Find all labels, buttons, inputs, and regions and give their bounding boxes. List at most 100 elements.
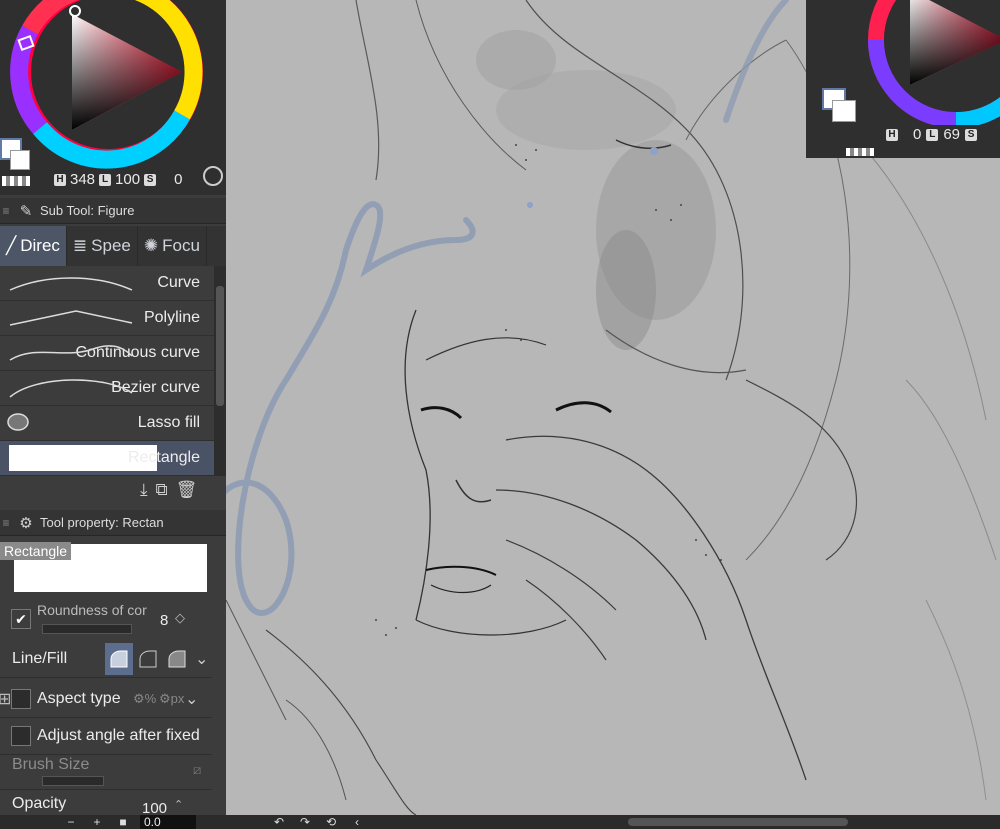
tab-focus-lines[interactable]: ✺ Focu bbox=[138, 226, 207, 266]
color-settings-icon[interactable] bbox=[203, 166, 223, 186]
linefill-row: Line/Fill ⌄ bbox=[0, 640, 212, 678]
expand-icon[interactable]: ⊞ bbox=[0, 689, 11, 709]
zoom-out-button[interactable]: − bbox=[58, 815, 84, 829]
roundness-label: Roundness of cor bbox=[37, 602, 147, 618]
rotate-right-icon[interactable]: ↷ bbox=[292, 815, 318, 829]
color-wheel[interactable] bbox=[0, 0, 226, 170]
opacity-value[interactable]: 100 bbox=[142, 800, 167, 815]
line-and-fill-button[interactable] bbox=[163, 642, 191, 675]
chevron-left-icon[interactable]: ‹ bbox=[344, 815, 370, 829]
direct-draw-icon: ╱ bbox=[6, 236, 17, 255]
tab-label: Direc bbox=[20, 236, 60, 255]
floating-sub-color-swatch[interactable] bbox=[832, 100, 856, 122]
toolprop-title: Tool property: Rectan bbox=[40, 515, 164, 530]
h-tag: H bbox=[54, 173, 66, 186]
zoom-value-field[interactable]: 0.0 bbox=[140, 815, 196, 829]
transparent-color-swatch[interactable] bbox=[2, 176, 30, 186]
l-tag: L bbox=[926, 128, 939, 141]
brush-size-setting-icon[interactable]: ⧄ bbox=[193, 762, 201, 778]
polyline-preview-icon bbox=[9, 310, 133, 326]
tool-preset-preview: Rectangle bbox=[0, 540, 226, 596]
adjust-angle-label: Adjust angle after fixed bbox=[37, 726, 200, 744]
tab-speed-lines[interactable]: ≣ Spee bbox=[67, 226, 138, 266]
s-tag: S bbox=[144, 173, 157, 186]
subtool-item-label: Polyline bbox=[143, 309, 200, 326]
l-tag: L bbox=[99, 173, 112, 186]
scroll-thumb[interactable] bbox=[216, 286, 224, 406]
tab-label: Spee bbox=[91, 236, 131, 255]
brush-size-row: Brush Size ⧄ bbox=[0, 754, 212, 790]
line-only-button[interactable] bbox=[105, 642, 133, 675]
import-subtool-icon[interactable]: ⤓ bbox=[140, 480, 148, 500]
toolprop-header: ≡ ⚙ Tool property: Rectan bbox=[0, 510, 226, 536]
floating-hsv-readout: H 0 L 69 S bbox=[886, 126, 978, 143]
color-wheel-panel: H 348 L 100 S 0 bbox=[0, 0, 226, 195]
opacity-spin-icon[interactable]: ⌃ bbox=[174, 798, 183, 811]
fill-only-button[interactable] bbox=[134, 642, 162, 675]
h-tag: H bbox=[886, 128, 898, 141]
aspect-row: ⊞ Aspect type ⚙% ⚙px ⌄ bbox=[0, 680, 212, 718]
subtool-item-polyline[interactable]: Polyline bbox=[0, 301, 214, 336]
chevron-down-icon[interactable]: ⌄ bbox=[185, 689, 198, 709]
panel-menu-icon[interactable]: ≡ bbox=[0, 516, 12, 530]
curve-preview-icon bbox=[9, 277, 133, 291]
roundness-checkbox[interactable]: ✔ bbox=[11, 609, 31, 629]
line-shape-icon bbox=[110, 650, 128, 667]
subtool-item-continuous-curve[interactable]: Continuous curve bbox=[0, 336, 214, 371]
h-value: 348 bbox=[70, 171, 96, 188]
percent-icon[interactable]: ⚙% bbox=[133, 691, 159, 707]
line-fill-shape-icon bbox=[168, 650, 186, 667]
aspect-label: Aspect type bbox=[37, 689, 121, 707]
tool-property-icon: ⚙ bbox=[19, 514, 33, 532]
subtool-item-lasso-fill[interactable]: Lasso fill bbox=[0, 406, 214, 441]
aspect-checkbox[interactable] bbox=[11, 688, 31, 709]
delete-subtool-icon[interactable]: 🗑 bbox=[176, 480, 198, 500]
focus-lines-icon: ✺ bbox=[143, 236, 159, 255]
subtool-item-rectangle[interactable]: Rectangle bbox=[0, 441, 214, 476]
opacity-row: Opacity 100 ⌃ bbox=[0, 792, 212, 816]
lasso-fill-icon bbox=[7, 413, 29, 431]
subtool-header: ≡ ✎ Sub Tool: Figure bbox=[0, 198, 226, 224]
reset-rotation-icon[interactable]: ⟲ bbox=[318, 815, 344, 829]
h-value: 0 bbox=[913, 126, 922, 143]
preset-label: Rectangle bbox=[0, 542, 72, 560]
subtool-group-tabs: ╱ Direc ≣ Spee ✺ Focu bbox=[0, 226, 226, 266]
floating-transparent-swatch[interactable] bbox=[846, 148, 874, 156]
roundness-row: ✔ Roundness of cor 8 ◇ bbox=[0, 598, 212, 640]
l-value: 100 bbox=[115, 171, 141, 188]
rotate-left-icon[interactable]: ↶ bbox=[266, 815, 292, 829]
left-panel: H 348 L 100 S 0 ≡ ✎ Sub Tool: Figure ╱ D… bbox=[0, 0, 226, 815]
subtool-item-label: Lasso fill bbox=[137, 414, 200, 431]
subtool-item-curve[interactable]: Curve bbox=[0, 266, 214, 301]
adjust-angle-checkbox[interactable] bbox=[11, 725, 31, 746]
figure-tool-icon: ✎ bbox=[19, 202, 33, 220]
subtool-title: Sub Tool: Figure bbox=[40, 203, 135, 218]
s-value: 0 bbox=[174, 171, 183, 188]
continuous-curve-preview-icon bbox=[9, 345, 133, 361]
zoom-in-button[interactable]: + bbox=[84, 815, 110, 829]
horizontal-scrollbar[interactable] bbox=[628, 818, 848, 826]
brush-size-slider[interactable] bbox=[42, 776, 104, 786]
floating-color-window: H 0 L 69 S bbox=[806, 0, 1000, 158]
subtool-actions: ⤓ ⧉ 🗑 bbox=[140, 480, 197, 500]
subtool-scrollbar[interactable] bbox=[214, 266, 226, 476]
tab-direct-draw[interactable]: ╱ Direc bbox=[0, 226, 67, 266]
opacity-label: Opacity bbox=[12, 794, 67, 812]
linefill-label: Line/Fill bbox=[12, 649, 68, 667]
subtool-item-label: Curve bbox=[157, 274, 200, 291]
roundness-slider[interactable] bbox=[42, 624, 132, 634]
duplicate-subtool-icon[interactable]: ⧉ bbox=[156, 480, 168, 500]
s-tag: S bbox=[965, 128, 978, 141]
px-icon[interactable]: ⚙px bbox=[159, 691, 185, 707]
speed-lines-icon: ≣ bbox=[72, 236, 88, 255]
panel-menu-icon[interactable]: ≡ bbox=[0, 204, 12, 218]
app-window: H 348 L 100 S 0 ≡ ✎ Sub Tool: Figure ╱ D… bbox=[0, 0, 1000, 829]
chevron-down-icon[interactable]: ⌄ bbox=[195, 649, 208, 669]
adjust-angle-row: Adjust angle after fixed bbox=[0, 717, 212, 755]
sub-color-swatch[interactable] bbox=[10, 150, 30, 170]
subtool-item-bezier-curve[interactable]: Bezier curve bbox=[0, 371, 214, 406]
l-value: 69 bbox=[943, 126, 961, 143]
roundness-spin-icon[interactable]: ◇ bbox=[175, 610, 185, 626]
roundness-value[interactable]: 8 bbox=[160, 612, 168, 629]
fit-icon[interactable]: ■ bbox=[110, 815, 136, 829]
